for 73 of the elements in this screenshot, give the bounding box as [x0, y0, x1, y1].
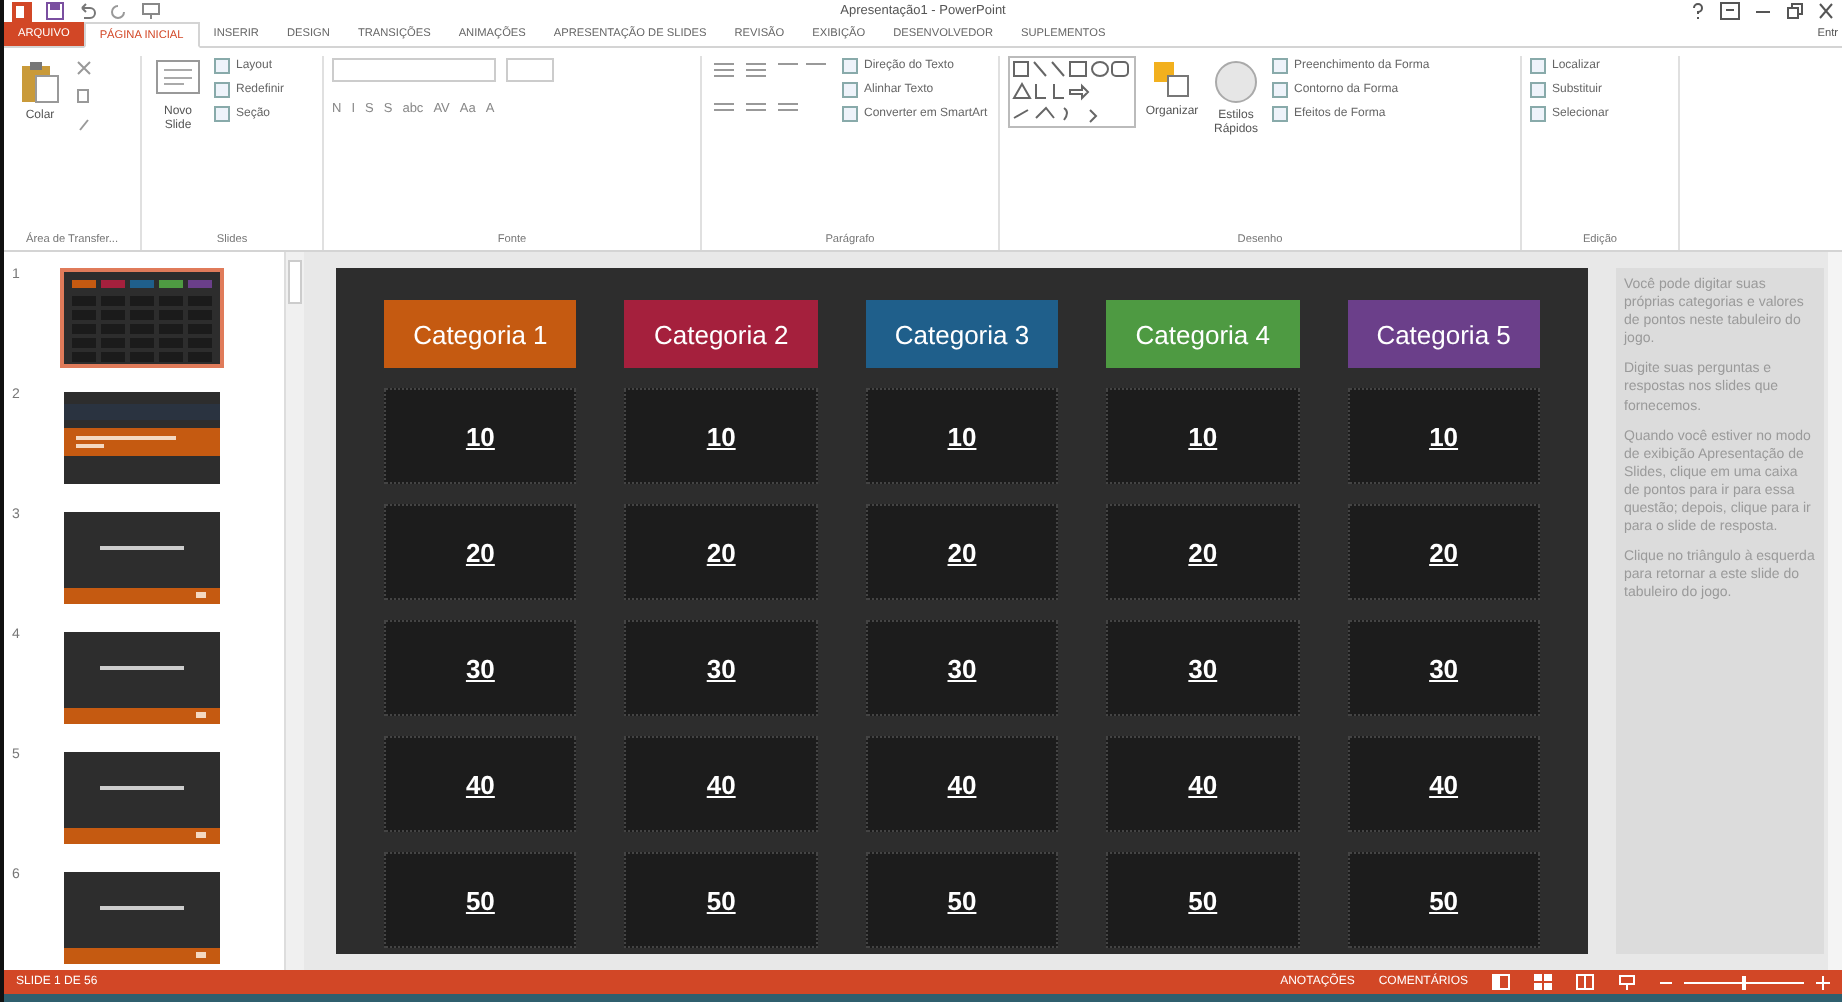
points-box[interactable]: 30	[384, 620, 577, 716]
help-icon[interactable]	[1690, 2, 1706, 20]
quick-styles-icon	[1214, 60, 1258, 104]
new-slide-icon	[156, 60, 200, 100]
slide-thumbnail[interactable]	[60, 868, 224, 968]
category-header: Categoria 5	[1347, 300, 1540, 368]
points-box[interactable]: 50	[624, 852, 818, 948]
ribbon-options-icon[interactable]	[1720, 2, 1740, 20]
points-box[interactable]: 20	[1347, 504, 1540, 600]
square-icon	[842, 106, 858, 122]
category-header: Categoria 3	[865, 300, 1059, 368]
points-box[interactable]: 10	[865, 388, 1059, 484]
slide-thumbnail[interactable]	[60, 268, 224, 368]
shapes-gallery-drawing[interactable]	[1008, 56, 1136, 128]
close-icon[interactable]	[1818, 2, 1834, 20]
slide-thumbnail[interactable]	[60, 748, 224, 848]
points-box[interactable]: 40	[865, 736, 1059, 832]
square-icon	[1272, 82, 1288, 98]
points-box[interactable]: 30	[865, 620, 1059, 716]
points-box[interactable]: 10	[1347, 388, 1540, 484]
points-box[interactable]: 30	[624, 620, 818, 716]
points-box[interactable]: 50	[865, 852, 1059, 948]
points-box[interactable]: 30	[1106, 620, 1300, 716]
scrollbar[interactable]	[1828, 252, 1842, 970]
square-icon	[1530, 106, 1546, 122]
font-size-field[interactable]	[506, 58, 554, 82]
square-icon	[214, 106, 230, 122]
points-box[interactable]: 10	[624, 388, 818, 484]
reading-view-icon[interactable]	[1576, 974, 1594, 990]
points-box[interactable]: 40	[1106, 736, 1300, 832]
slideshow-icon[interactable]	[1618, 974, 1636, 990]
points-box[interactable]: 10	[1106, 388, 1300, 484]
points-box[interactable]: 20	[624, 504, 818, 600]
square-icon	[1530, 58, 1546, 74]
square-icon	[214, 58, 230, 74]
copy-icon[interactable]	[76, 88, 92, 104]
square-icon	[842, 58, 858, 74]
points-box[interactable]: 20	[865, 504, 1059, 600]
points-box[interactable]: 50	[384, 852, 577, 948]
slide-sorter-icon[interactable]	[1534, 974, 1552, 990]
arrange-icon	[1152, 60, 1192, 100]
category-header: Categoria 1	[384, 300, 577, 368]
cut-icon[interactable]	[76, 60, 92, 76]
normal-view-icon[interactable]	[1492, 974, 1510, 990]
restore-icon[interactable]	[1786, 2, 1804, 20]
points-box[interactable]: 40	[624, 736, 818, 832]
points-box[interactable]: 10	[384, 388, 577, 484]
points-box[interactable]: 50	[1106, 852, 1300, 948]
slide-thumbnail[interactable]	[60, 388, 224, 488]
points-box[interactable]: 50	[1347, 852, 1540, 948]
points-box[interactable]: 40	[384, 736, 577, 832]
category-header: Categoria 4	[1106, 300, 1300, 368]
scrollbar[interactable]	[284, 252, 304, 970]
save-icon[interactable]	[46, 2, 64, 20]
presentation-icon[interactable]	[142, 2, 160, 20]
points-box[interactable]: 30	[1347, 620, 1540, 716]
slide-thumbnail[interactable]	[60, 508, 224, 608]
format-painter-icon[interactable]	[76, 116, 92, 132]
square-icon	[842, 82, 858, 98]
square-icon	[1530, 82, 1546, 98]
undo-icon[interactable]	[78, 2, 96, 20]
redo-icon[interactable]	[110, 2, 128, 20]
zoom-in-icon[interactable]	[1816, 975, 1830, 989]
points-box[interactable]: 20	[1106, 504, 1300, 600]
square-icon	[1272, 58, 1288, 74]
slide-thumbnail[interactable]	[60, 628, 224, 728]
square-icon	[214, 82, 230, 98]
paste-icon	[20, 60, 60, 104]
square-icon	[1272, 106, 1288, 122]
font-name-field[interactable]	[332, 58, 496, 82]
category-header: Categoria 2	[624, 300, 818, 368]
points-box[interactable]: 40	[1347, 736, 1540, 832]
points-box[interactable]: 20	[384, 504, 577, 600]
